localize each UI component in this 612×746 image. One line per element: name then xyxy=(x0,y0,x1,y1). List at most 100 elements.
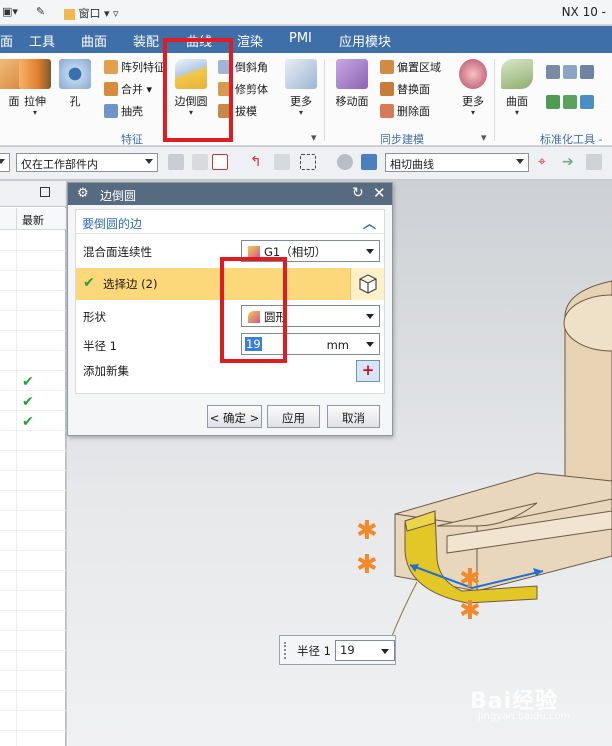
navigator-row[interactable] xyxy=(0,351,66,371)
view-icon[interactable] xyxy=(337,154,353,170)
asterisk-marker-icon[interactable]: ✱ xyxy=(459,598,481,624)
navigator-row[interactable] xyxy=(0,231,66,251)
select-all-icon[interactable] xyxy=(168,154,184,170)
pattern-feature-button[interactable]: 阵列特征 xyxy=(104,59,165,75)
add-new-set-button[interactable]: + xyxy=(356,360,380,382)
type-filter-combo[interactable] xyxy=(0,153,10,172)
edge-group-header[interactable]: 要倒圆的边 ︿ xyxy=(76,210,384,234)
navigator-row[interactable] xyxy=(0,271,66,291)
group-expand-icon[interactable]: ▾ xyxy=(311,131,317,144)
navigator-row[interactable] xyxy=(0,251,66,271)
asterisk-marker-icon[interactable]: ✱ xyxy=(356,518,378,544)
asterisk-marker-icon[interactable]: ✱ xyxy=(356,552,378,578)
navigator-row[interactable] xyxy=(0,611,66,631)
navigator-row[interactable] xyxy=(0,491,66,511)
more2-button[interactable]: 更多 ▾ xyxy=(452,59,494,117)
navigator-row[interactable] xyxy=(0,691,66,711)
surface-icon xyxy=(501,59,533,89)
apply-button[interactable]: 应用 xyxy=(267,405,320,428)
more-button[interactable]: 更多 ▾ xyxy=(280,59,322,117)
chevron-up-icon[interactable]: ︿ xyxy=(363,213,376,232)
tab-assembly[interactable]: 装配 xyxy=(133,31,159,50)
navigator-row[interactable] xyxy=(0,451,66,471)
point-icon[interactable]: ⌖ xyxy=(538,154,554,170)
navigator-row[interactable] xyxy=(0,531,66,551)
brush-icon[interactable]: ✎ xyxy=(36,5,45,18)
navigator-row[interactable] xyxy=(0,291,66,311)
delete-face-button[interactable]: 删除面 xyxy=(380,103,430,119)
navigator-row[interactable] xyxy=(0,671,66,691)
column-latest[interactable]: 最新 xyxy=(22,212,44,228)
surface-button[interactable]: 曲面 ▾ xyxy=(496,59,538,117)
navigator-row[interactable]: ✔ xyxy=(0,391,66,411)
arrow-snap-icon[interactable]: ↰ xyxy=(250,154,266,170)
tab-home-fragment[interactable]: 面 xyxy=(0,31,13,50)
navigator-row[interactable] xyxy=(0,651,66,671)
column-divider xyxy=(16,251,17,271)
filter-icon[interactable] xyxy=(274,154,290,170)
group-expand-icon[interactable]: ▾ xyxy=(481,131,487,144)
cancel-button[interactable]: 取消 xyxy=(327,405,380,428)
select-edge-label: 选择边 (2) xyxy=(103,277,158,291)
callout-radius-input[interactable]: 19 xyxy=(335,640,395,661)
navigator-row[interactable] xyxy=(0,331,66,351)
navigator-row[interactable] xyxy=(0,591,66,611)
settings-icon[interactable] xyxy=(586,154,602,170)
maximize-icon[interactable] xyxy=(40,187,50,197)
forward-icon[interactable]: ➔ xyxy=(562,154,578,170)
window-menu[interactable]: 窗口 ▾ ▿ xyxy=(64,5,119,21)
ok-button[interactable]: < 确定 > xyxy=(207,405,262,428)
group-label-feature: 特征 xyxy=(121,133,143,146)
move-face-button[interactable]: 移动面 xyxy=(331,59,373,109)
extrude-button[interactable]: 拉伸 ▾ xyxy=(14,59,56,117)
watermark-url: jingyan.baidu.com xyxy=(478,711,571,722)
navigator-row[interactable] xyxy=(0,571,66,591)
close-icon[interactable]: ✕ xyxy=(373,184,386,202)
drag-handle[interactable] xyxy=(284,642,289,659)
navigator-row[interactable] xyxy=(0,731,66,746)
quick-access-icon[interactable]: ▣▾ xyxy=(2,5,18,18)
navigator-row[interactable] xyxy=(0,431,66,451)
rectangle-select-icon[interactable] xyxy=(300,154,316,170)
shell-button[interactable]: 抽壳 xyxy=(104,103,143,119)
reset-icon[interactable]: ↻ xyxy=(352,185,364,201)
column-divider xyxy=(16,491,17,511)
hole-button[interactable]: 孔 xyxy=(54,59,96,109)
gear-icon[interactable]: ⚙ xyxy=(77,186,89,201)
offset-region-label: 偏置区域 xyxy=(397,61,441,74)
ribbon-separator xyxy=(494,59,495,141)
curve-rule-combo[interactable]: 相切曲线 xyxy=(385,153,529,172)
tab-pmi[interactable]: PMI xyxy=(289,31,312,46)
navigator-row[interactable]: ✔ xyxy=(0,411,66,431)
pattern-feature-label: 阵列特征 xyxy=(121,61,165,74)
unite-button[interactable]: 合并 ▾ xyxy=(104,81,152,97)
tab-render[interactable]: 渲染 xyxy=(237,31,263,50)
tab-application[interactable]: 应用模块 xyxy=(339,31,391,50)
cube-view-icon[interactable] xyxy=(361,154,377,170)
navigator-row[interactable]: ✔ xyxy=(0,371,66,391)
navigator-row[interactable] xyxy=(0,471,66,491)
replace-face-button[interactable]: 替换面 xyxy=(380,81,430,97)
navigator-row[interactable] xyxy=(0,511,66,531)
asterisk-marker-icon[interactable]: ✱ xyxy=(459,566,481,592)
navigator-row[interactable] xyxy=(0,551,66,571)
dialog-title-bar[interactable]: ⚙ 边倒圆 ↻ ✕ xyxy=(68,183,392,205)
extrude-icon xyxy=(19,59,51,89)
offset-region-button[interactable]: 偏置区域 xyxy=(380,59,441,75)
navigator-row[interactable] xyxy=(0,311,66,331)
std-tools-icons-row2[interactable] xyxy=(546,95,597,109)
navigator-row[interactable] xyxy=(0,631,66,651)
scope-filter-combo[interactable]: 仅在工作部件内 xyxy=(16,153,158,172)
add-new-set-label: 添加新集 xyxy=(83,364,129,378)
snap-icon[interactable] xyxy=(192,154,208,170)
std-tools-icons-row1[interactable] xyxy=(546,65,597,79)
point-snap-icon[interactable] xyxy=(212,154,228,170)
extrude-label: 拉伸 xyxy=(24,95,46,108)
tab-tools[interactable]: 工具 xyxy=(29,31,55,50)
move-face-label: 移动面 xyxy=(335,95,369,108)
navigator-row[interactable] xyxy=(0,711,66,731)
column-divider xyxy=(16,731,17,746)
tab-surface[interactable]: 曲面 xyxy=(81,31,107,50)
hole-icon xyxy=(59,59,91,89)
select-edge-cube-button[interactable] xyxy=(350,268,384,300)
